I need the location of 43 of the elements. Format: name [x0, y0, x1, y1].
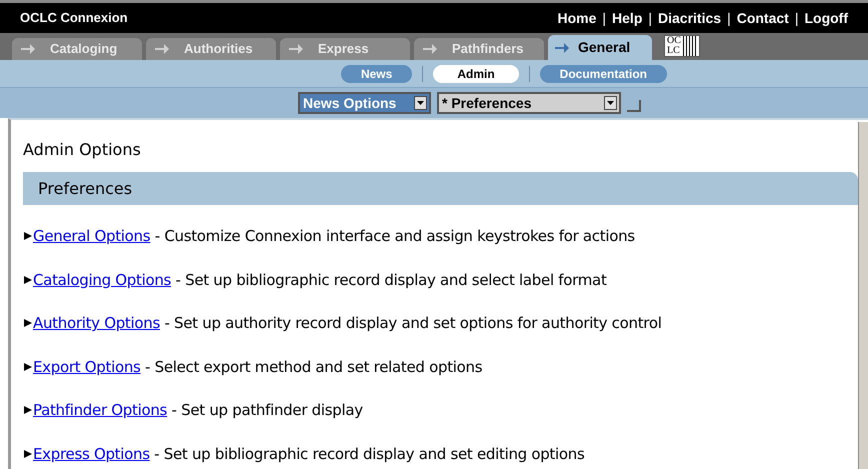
logo: OC LC [664, 35, 700, 57]
option-description: - Set up pathfinder display [170, 400, 363, 421]
app-title: OCLC Connexion [20, 9, 128, 28]
bullet-icon [23, 318, 33, 328]
small-button[interactable] [627, 100, 641, 112]
page-title: Admin Options [23, 139, 142, 161]
separator: | [727, 8, 731, 28]
header-link[interactable]: Diacritics [658, 8, 722, 28]
arrow-icon [554, 42, 570, 54]
option-description: - Select export method and set related options [144, 356, 482, 378]
bullet-icon [23, 405, 33, 416]
bullet-icon [23, 231, 33, 242]
option-description: - Set up authority record display and set options for authority control [163, 313, 662, 334]
dropdown[interactable]: * Preferences [437, 92, 621, 114]
option-link[interactable]: Express Options [33, 442, 150, 465]
header-link[interactable]: Logoff [804, 8, 848, 28]
arrow-icon [154, 43, 170, 55]
subnav-pill[interactable]: Admin [433, 64, 519, 82]
option-description: - Set up bibliographic record display and select label format [174, 270, 607, 290]
dropdown[interactable]: News Options [298, 92, 431, 114]
arrow-icon [422, 43, 438, 55]
header-link[interactable]: Help [612, 8, 642, 28]
caret-icon [604, 96, 617, 110]
option-description: - Customize Connexion interface and assign keystrokes for actions [154, 226, 635, 247]
arrow-icon [20, 43, 36, 55]
arrow-icon [288, 43, 304, 55]
bullet-icon [23, 448, 33, 459]
option-link[interactable]: Cataloging Options [33, 268, 172, 291]
header-link[interactable]: Contact [736, 8, 789, 28]
bullet-icon [23, 274, 33, 285]
option-link[interactable]: Export Options [33, 356, 141, 378]
header-link[interactable]: Home [557, 8, 596, 28]
tab[interactable]: General [548, 35, 652, 60]
bullet-icon [23, 362, 33, 372]
option-link[interactable]: General Options [33, 225, 150, 248]
section-header: Preferences [23, 172, 858, 205]
option-link[interactable]: Pathfinder Options [33, 399, 168, 422]
separator: | [794, 8, 798, 28]
option-link[interactable]: Authority Options [33, 312, 160, 334]
separator: | [602, 8, 606, 28]
option-description: - Set up bibliographic record display and set editing options [153, 444, 584, 464]
caret-icon [414, 96, 427, 110]
separator: | [648, 8, 652, 28]
